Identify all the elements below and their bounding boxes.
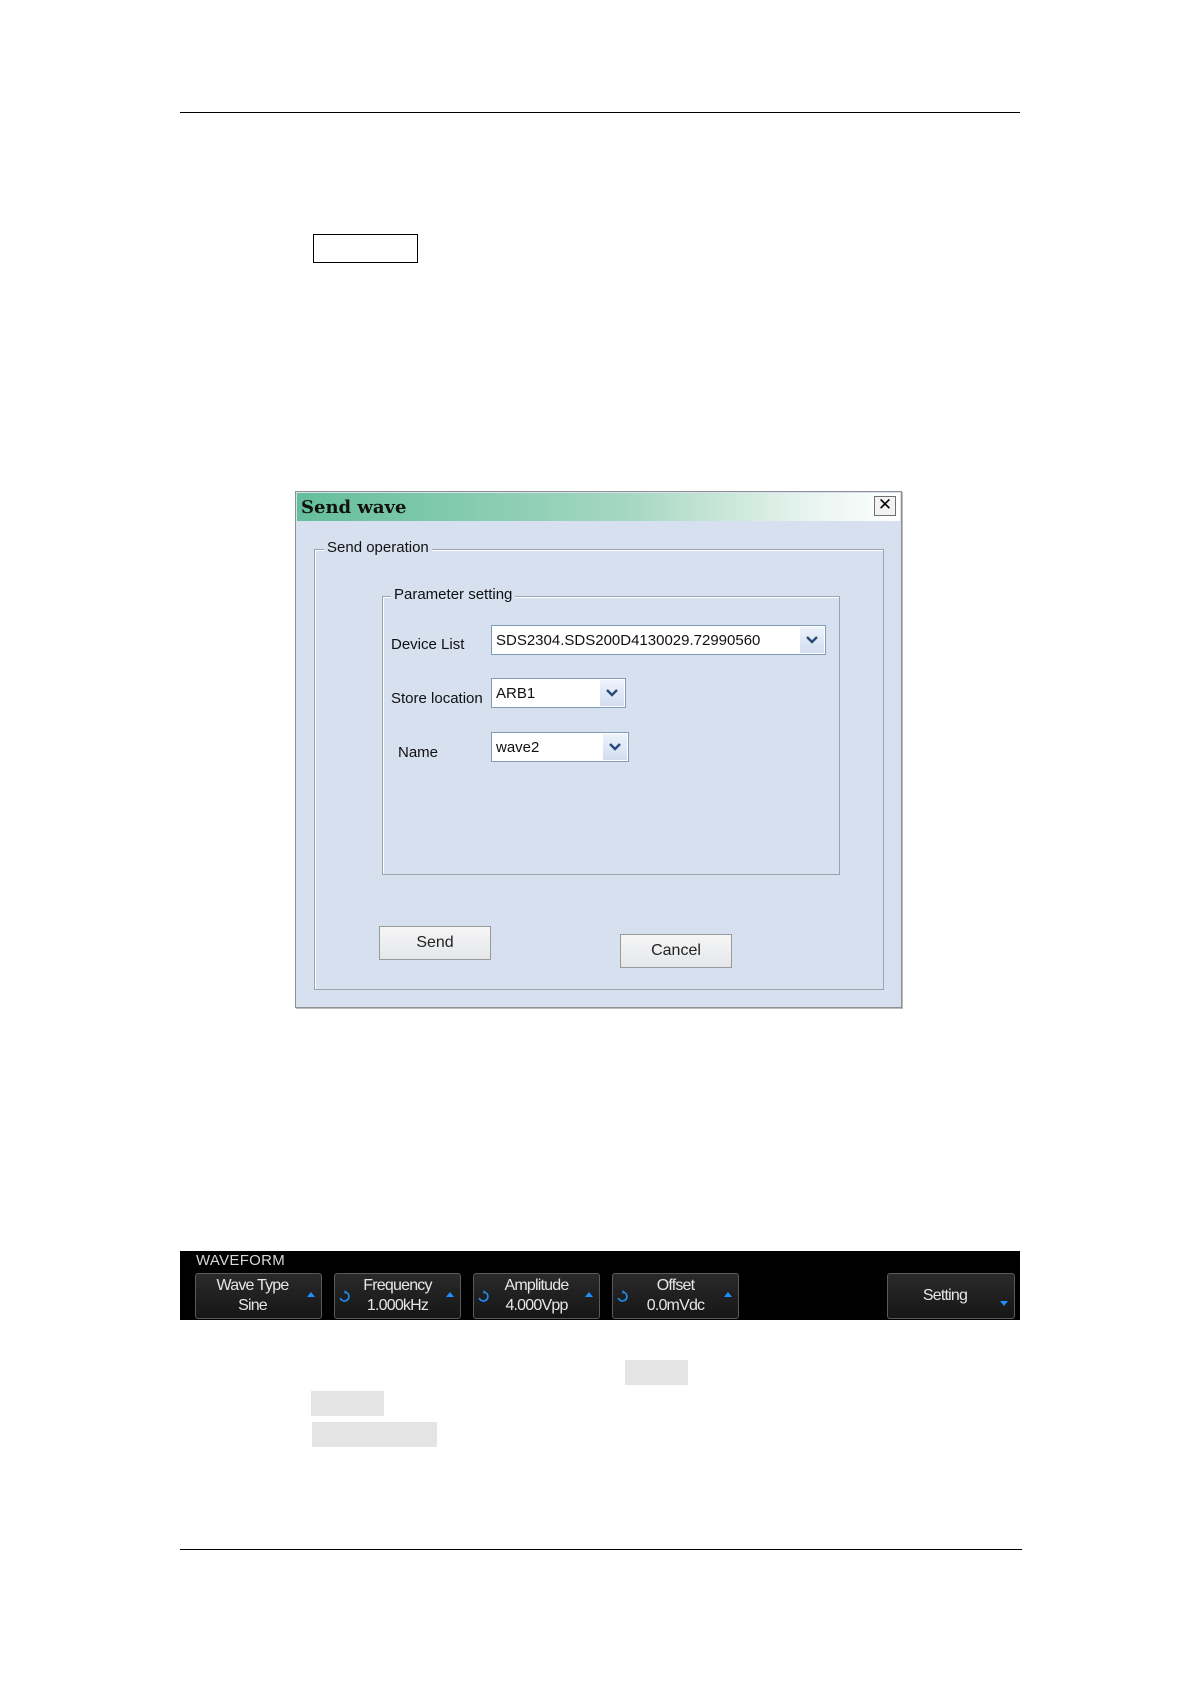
parameter-setting-legend: Parameter setting <box>391 586 516 603</box>
softkey-value: 0.0mVdc <box>646 1297 705 1314</box>
store-location-value: ARB1 <box>496 685 536 702</box>
footer-rule <box>180 1549 1022 1550</box>
inline-key-box <box>313 234 418 263</box>
header-rule <box>180 112 1020 113</box>
store-location-dropdown-button[interactable] <box>600 680 624 706</box>
arrow-indicator-icon <box>446 1292 454 1297</box>
softkey-value: Sine <box>238 1297 268 1314</box>
chevron-down-icon <box>806 636 818 644</box>
softkey-value: 1.000kHz <box>366 1297 429 1314</box>
softkey-offset[interactable]: Offset 0.0mVdc <box>612 1273 739 1319</box>
dialog-titlebar[interactable]: Send wave ✕ <box>297 493 900 521</box>
waveform-menu-title: WAVEFORM <box>196 1252 286 1269</box>
dialog-title: Send wave <box>301 497 407 518</box>
send-wave-dialog: Send wave ✕ Send operation Parameter set… <box>295 491 902 1008</box>
cancel-button[interactable]: Cancel <box>620 934 732 968</box>
highlight-box <box>312 1422 437 1447</box>
waveform-menu-bar: WAVEFORM Wave Type Sine Frequency 1.000k… <box>180 1251 1020 1320</box>
parameter-setting-group: Parameter setting Device List SDS2304.SD… <box>382 586 840 875</box>
device-list-value: SDS2304.SDS200D4130029.72990560 <box>496 632 761 649</box>
store-location-select[interactable]: ARB1 <box>491 678 626 708</box>
send-operation-group: Send operation Parameter setting Device … <box>314 539 884 990</box>
device-list-select[interactable]: SDS2304.SDS200D4130029.72990560 <box>491 625 826 655</box>
arrow-indicator-icon <box>307 1292 315 1297</box>
name-dropdown-button[interactable] <box>603 734 627 760</box>
softkey-label: Offset <box>656 1277 695 1294</box>
device-list-dropdown-button[interactable] <box>800 627 824 653</box>
close-button[interactable]: ✕ <box>874 496 896 516</box>
chevron-down-icon <box>609 743 621 751</box>
name-value: wave2 <box>496 739 540 756</box>
name-select[interactable]: wave2 <box>491 732 629 762</box>
softkey-setting[interactable]: Setting <box>887 1273 1015 1319</box>
softkey-amplitude[interactable]: Amplitude 4.000Vpp <box>473 1273 600 1319</box>
name-label: Name <box>398 744 439 761</box>
softkey-label: Wave Type <box>216 1277 290 1294</box>
highlight-box <box>625 1360 688 1385</box>
arrow-indicator-icon <box>585 1292 593 1297</box>
softkey-frequency[interactable]: Frequency 1.000kHz <box>334 1273 461 1319</box>
arrow-indicator-icon <box>724 1292 732 1297</box>
store-location-label: Store location <box>391 690 483 707</box>
chevron-down-icon <box>606 689 618 697</box>
softkey-value: 4.000Vpp <box>505 1297 568 1314</box>
softkey-label: Setting <box>922 1287 968 1304</box>
softkey-label: Frequency <box>363 1277 432 1294</box>
device-list-label: Device List <box>391 636 465 653</box>
arrow-indicator-icon <box>1000 1301 1008 1306</box>
send-operation-legend: Send operation <box>324 539 432 556</box>
softkey-wave-type[interactable]: Wave Type Sine <box>195 1273 322 1319</box>
highlight-box <box>311 1391 384 1416</box>
softkey-label: Amplitude <box>504 1277 570 1294</box>
close-icon: ✕ <box>877 495 893 515</box>
send-button[interactable]: Send <box>379 926 491 960</box>
